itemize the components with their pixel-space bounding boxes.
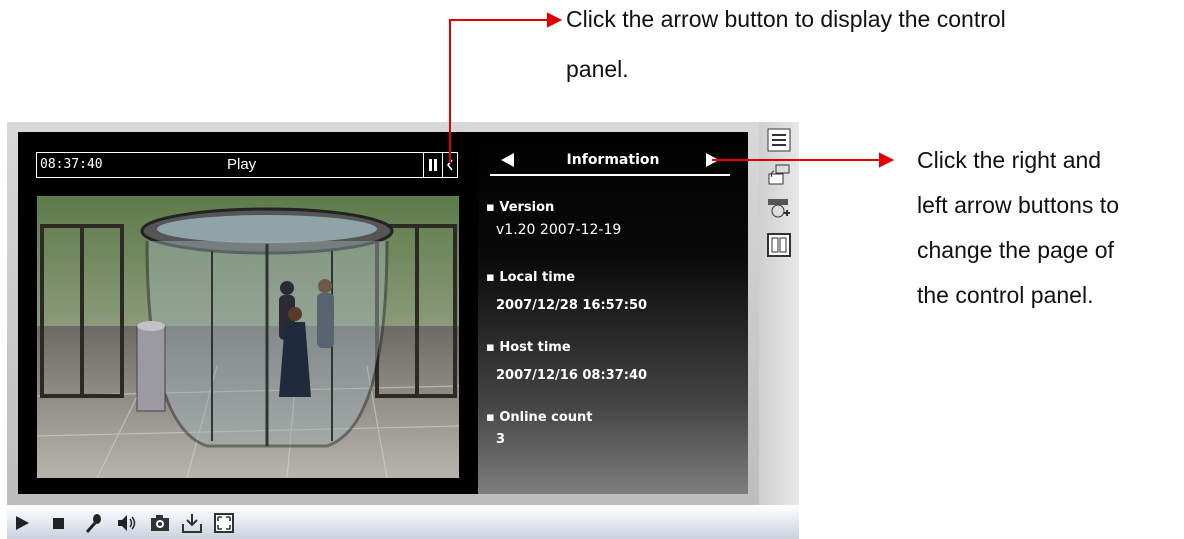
callout-arrows [449, 12, 895, 168]
